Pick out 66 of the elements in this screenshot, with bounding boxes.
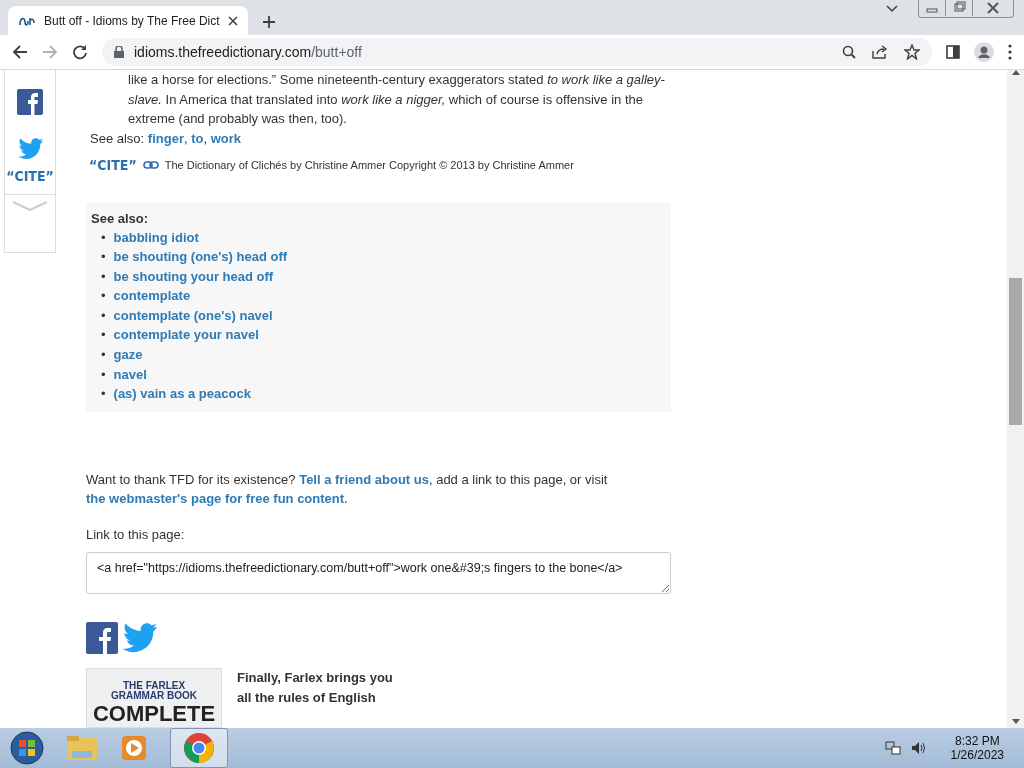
promo-text: all the rules of English	[237, 689, 377, 707]
twitter-icon[interactable]	[17, 138, 43, 160]
see-also-link[interactable]: work	[210, 130, 242, 146]
chevron-down-icon[interactable]	[886, 5, 898, 13]
url-text: idioms.thefreedictionary.com/butt+off	[134, 44, 363, 60]
bullet: •	[101, 287, 106, 306]
share-icon[interactable]	[872, 45, 888, 59]
lock-icon	[114, 46, 124, 58]
promo-text: Finally, Farlex brings you	[237, 669, 393, 687]
cover-text: COMPLETE	[92, 701, 216, 727]
cover-text: GRAMMAR BOOK	[110, 691, 198, 701]
profile-icon[interactable]	[974, 42, 994, 62]
related-idiom-link[interactable]: (as) vain as a peacock	[113, 384, 251, 404]
media-player-icon[interactable]	[120, 734, 148, 762]
see-also-line: See also: finger, to, work	[90, 129, 243, 148]
bullet: •	[101, 306, 106, 325]
scroll-down-icon[interactable]	[1011, 719, 1020, 724]
related-idiom-link[interactable]: navel	[113, 364, 147, 385]
cite-link[interactable]: “CITE”	[89, 156, 137, 173]
reload-icon[interactable]	[72, 44, 88, 60]
bullet: •	[101, 248, 106, 267]
search-icon[interactable]	[842, 45, 856, 59]
twitter-icon[interactable]	[121, 623, 157, 653]
facebook-icon[interactable]	[86, 622, 118, 654]
network-icon[interactable]	[884, 740, 901, 756]
browser-tab[interactable]: Butt off - Idioms by The Free Dict	[8, 6, 248, 35]
bullet: •	[101, 326, 106, 345]
related-idiom-link[interactable]: contemplate	[113, 286, 191, 306]
clock[interactable]: 8:32 PM 1/26/2023	[950, 734, 1004, 762]
cite-link[interactable]: “CITE”	[6, 168, 54, 184]
text-link[interactable]: Tell a friend about us	[299, 471, 429, 487]
related-idiom-link[interactable]: babbling idiot	[113, 227, 199, 248]
back-icon[interactable]	[12, 44, 28, 60]
thanks-paragraph: Want to thank TFD for its existence? Tell a friend about us, add a link to this page, or visit the webmaster's page for free fun content.	[86, 470, 609, 509]
related-idiom-link[interactable]: be shouting (one's) head off	[113, 247, 288, 267]
bullet: •	[101, 365, 106, 384]
chrome-icon[interactable]	[183, 732, 215, 764]
link-icon[interactable]	[142, 160, 159, 169]
link-code-field[interactable]: <a href="https://idioms.thefreedictionary.com/butt+off">work one&#39;s fingers to the bone</a>	[86, 551, 671, 594]
speaker-icon[interactable]	[910, 740, 927, 756]
new-tab-icon[interactable]	[261, 15, 276, 29]
related-idiom-link[interactable]: contemplate your navel	[113, 325, 259, 346]
bullet: •	[101, 385, 106, 404]
related-idiom-link[interactable]: contemplate (one's) navel	[113, 305, 273, 326]
scrollbar-thumb[interactable]	[1009, 278, 1022, 425]
menu-icon[interactable]	[1008, 44, 1012, 60]
book-cover-image[interactable]: THE FARLEX GRAMMAR BOOK COMPLETE	[86, 668, 222, 728]
bullet: •	[101, 228, 106, 247]
link-label: Link to this page:	[86, 526, 186, 542]
see-also-link[interactable]: finger	[147, 130, 184, 146]
start-button-icon[interactable]	[10, 731, 44, 765]
tab-title: Butt off - Idioms by The Free Dict	[44, 13, 220, 28]
close-icon[interactable]	[227, 15, 238, 26]
side-panel-icon[interactable]	[946, 45, 960, 59]
definition-text: like a horse for elections.” Some nineteenth-century exaggerators stated to work like a galley-slave. In America that translated into work like a nigger, which of course is offensive in the extreme (and probably was then, too).	[128, 71, 666, 128]
cover-text: THE FARLEX	[122, 681, 186, 691]
related-idiom-link[interactable]: be shouting your head off	[113, 266, 274, 287]
bullet: •	[101, 346, 106, 365]
scrollbar[interactable]	[1007, 70, 1024, 728]
source-citation: The Dictionary of Clichés by Christine Ammer Copyright © 2013 by Christine Ammer	[164, 158, 574, 171]
related-idiom-link[interactable]: gaze	[113, 345, 143, 365]
panel-title: See also:	[91, 210, 150, 226]
bullet: •	[101, 267, 106, 286]
address-bar[interactable]: idioms.thefreedictionary.com/butt+off	[102, 38, 932, 66]
facebook-icon[interactable]	[17, 89, 43, 115]
star-icon[interactable]	[904, 44, 920, 60]
